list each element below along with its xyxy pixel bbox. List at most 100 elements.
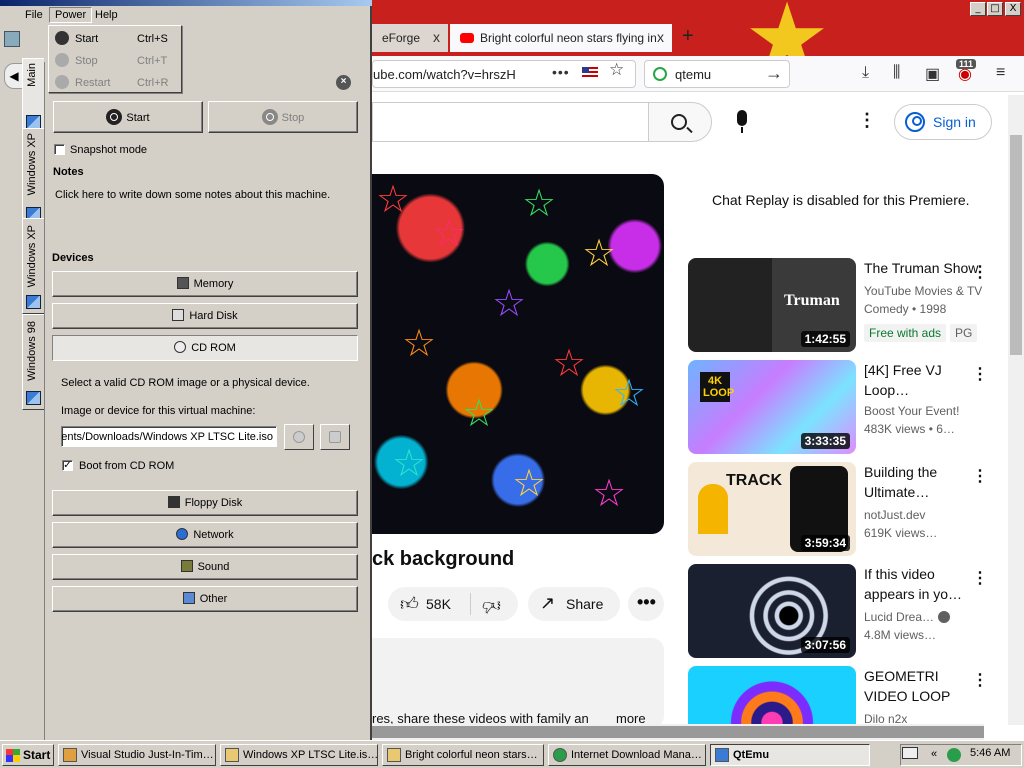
- sound-section-button[interactable]: Sound: [52, 554, 358, 580]
- minimize-button[interactable]: _: [970, 2, 986, 16]
- taskbar-item-idm[interactable]: Internet Download Mana…: [548, 744, 706, 766]
- menu-icon[interactable]: ≡: [996, 64, 1005, 82]
- rec-title[interactable]: If this video appears in yo…: [864, 564, 982, 604]
- tab-forge[interactable]: eForge x: [372, 24, 448, 52]
- search-bar[interactable]: qtemu →: [644, 60, 790, 88]
- start-text: Start: [126, 112, 150, 124]
- rec-title[interactable]: GEOMETRI VIDEO LOOP: [864, 666, 982, 706]
- windows-logo-icon: [6, 749, 20, 762]
- taskbar-item-iso-folder[interactable]: Windows XP LTSC Lite.is…: [220, 744, 378, 766]
- menu-help[interactable]: Help: [90, 8, 123, 24]
- tab-windows-xp-2[interactable]: Windows XP: [22, 218, 44, 314]
- taskbar-item-visual-studio[interactable]: Visual Studio Just-In-Tim…: [58, 744, 216, 766]
- rec-channel[interactable]: Boost Your Event!: [864, 404, 959, 418]
- rec-menu-icon[interactable]: ⋮: [972, 466, 988, 486]
- rec-menu-icon[interactable]: ⋮: [972, 670, 988, 690]
- menu-file[interactable]: File: [20, 8, 48, 24]
- tab-windows-98[interactable]: Windows 98: [22, 314, 44, 410]
- yt-search-button[interactable]: [648, 102, 712, 142]
- rec-menu-icon[interactable]: ⋮: [972, 568, 988, 588]
- search-go-icon[interactable]: →: [765, 63, 783, 84]
- floppy-section-button[interactable]: Floppy Disk: [52, 490, 358, 516]
- page-actions-button[interactable]: •••: [552, 64, 570, 80]
- microphone-icon[interactable]: [737, 110, 747, 133]
- recommendation-item[interactable]: 3:07:56 If this video appears in yo… Luc…: [688, 564, 988, 658]
- dislike-icon[interactable]: 👍︎: [482, 595, 501, 617]
- back-icon[interactable]: ◀: [4, 63, 24, 89]
- recommendation-item[interactable]: GEOMETRI VIDEO LOOP Dilo n2x ⋮: [688, 666, 988, 724]
- notes-field[interactable]: Click here to write down some notes abou…: [55, 189, 330, 201]
- menu-item-restart[interactable]: Restart Ctrl+R: [51, 72, 179, 94]
- tab-windows-xp-1[interactable]: Windows XP: [22, 128, 44, 228]
- yt-search-input[interactable]: [372, 102, 648, 142]
- share-button[interactable]: ↗ Share: [528, 587, 620, 621]
- other-section-button[interactable]: Other: [52, 586, 358, 612]
- video-thumbnail[interactable]: 4K LOOP 3:33:35: [688, 360, 856, 454]
- tray-chevron-icon[interactable]: «: [931, 748, 937, 760]
- rec-channel[interactable]: YouTube Movies & TV: [864, 284, 982, 298]
- video-thumbnail[interactable]: [688, 666, 856, 724]
- rec-title[interactable]: The Truman Show: [864, 258, 982, 278]
- network-section-button[interactable]: Network: [52, 522, 358, 548]
- more-actions-button[interactable]: •••: [628, 587, 664, 621]
- tab-close-icon[interactable]: x: [657, 29, 664, 45]
- rec-menu-icon[interactable]: ⋮: [972, 262, 988, 282]
- rec-title[interactable]: [4K] Free VJ Loop…: [864, 360, 982, 400]
- machine-icon[interactable]: [4, 31, 20, 47]
- rec-channel[interactable]: notJust.dev: [864, 508, 925, 522]
- more-options-icon[interactable]: ⋮: [858, 110, 876, 131]
- menu-item-shortcut: Ctrl+T: [137, 55, 168, 67]
- menu-power[interactable]: Power: [49, 7, 93, 23]
- qtemu-window: File Power Help ◀ Main Windows XP Window…: [0, 0, 372, 742]
- free-tag: Free with ads: [864, 324, 947, 342]
- rec-title[interactable]: Building the Ultimate…: [864, 462, 982, 502]
- boot-cdrom-checkbox[interactable]: ✓: [62, 460, 73, 471]
- sidebar-icon[interactable]: ▣: [925, 64, 940, 84]
- menu-item-stop[interactable]: Stop Ctrl+T: [51, 50, 179, 72]
- video-thumbnail[interactable]: 3:07:56: [688, 564, 856, 658]
- rec-channel[interactable]: Lucid Drea…: [864, 610, 951, 624]
- verified-icon: [938, 611, 951, 623]
- hard-disk-section-button[interactable]: Hard Disk: [52, 303, 358, 329]
- idm-tray-icon[interactable]: [947, 748, 961, 762]
- tab-youtube[interactable]: Bright colorful neon stars flying in x: [450, 24, 672, 52]
- close-icon[interactable]: ×: [336, 75, 351, 90]
- rec-menu-icon[interactable]: ⋮: [972, 364, 988, 384]
- rec-channel[interactable]: Dilo n2x: [864, 712, 907, 724]
- recommendation-item[interactable]: TRACK 3:59:34 Building the Ultimate… not…: [688, 462, 988, 556]
- tab-main[interactable]: Main: [22, 58, 44, 134]
- scroll-thumb[interactable]: [1010, 135, 1022, 355]
- like-count[interactable]: 58K: [426, 596, 451, 612]
- taskbar-item-qtemu[interactable]: QtEmu: [710, 744, 870, 766]
- video-thumbnail[interactable]: TRACK 3:59:34: [688, 462, 856, 556]
- window-close-button[interactable]: X: [1005, 2, 1021, 16]
- horizontal-scrollbar[interactable]: [372, 724, 984, 740]
- menu-item-start[interactable]: Start Ctrl+S: [51, 28, 179, 50]
- snapshot-checkbox[interactable]: [54, 144, 65, 155]
- physical-cd-button[interactable]: [284, 424, 314, 450]
- start-button[interactable]: Start: [53, 101, 203, 133]
- vertical-scrollbar[interactable]: [1008, 95, 1024, 725]
- download-icon[interactable]: ⤓: [862, 64, 869, 82]
- new-tab-button[interactable]: +: [682, 25, 694, 48]
- video-player[interactable]: ☆ ☆ ☆ ☆ ☆ ☆ ☆ ☆ ☆ ☆ ☆ ☆: [372, 174, 664, 534]
- image-path-input[interactable]: ments/Downloads/Windows XP LTSC Lite.iso: [61, 426, 277, 447]
- scroll-thumb[interactable]: [372, 726, 984, 738]
- tab-close-icon[interactable]: x: [433, 29, 440, 45]
- like-icon[interactable]: 👍︎: [400, 593, 419, 615]
- recommendation-item[interactable]: Truman 1:42:55 The Truman Show YouTube M…: [688, 258, 988, 352]
- cd-rom-section-button[interactable]: CD ROM: [52, 335, 358, 361]
- taskbar-item-firefox[interactable]: Bright colorful neon stars…: [382, 744, 544, 766]
- bookmark-star-icon[interactable]: ☆: [609, 60, 624, 80]
- sign-in-button[interactable]: Sign in: [894, 104, 992, 140]
- maximize-button[interactable]: □: [987, 2, 1003, 16]
- stop-button[interactable]: Stop: [208, 101, 358, 133]
- browse-image-button[interactable]: [320, 424, 350, 450]
- us-flag-icon[interactable]: [582, 67, 598, 78]
- library-icon[interactable]: ⫼: [893, 64, 900, 82]
- rec-meta: 483K views • 6…: [864, 422, 955, 436]
- recommendation-item[interactable]: 4K LOOP 3:33:35 [4K] Free VJ Loop… Boost…: [688, 360, 988, 454]
- video-thumbnail[interactable]: Truman 1:42:55: [688, 258, 856, 352]
- start-button-taskbar[interactable]: Start: [2, 744, 54, 766]
- memory-section-button[interactable]: Memory: [52, 271, 358, 297]
